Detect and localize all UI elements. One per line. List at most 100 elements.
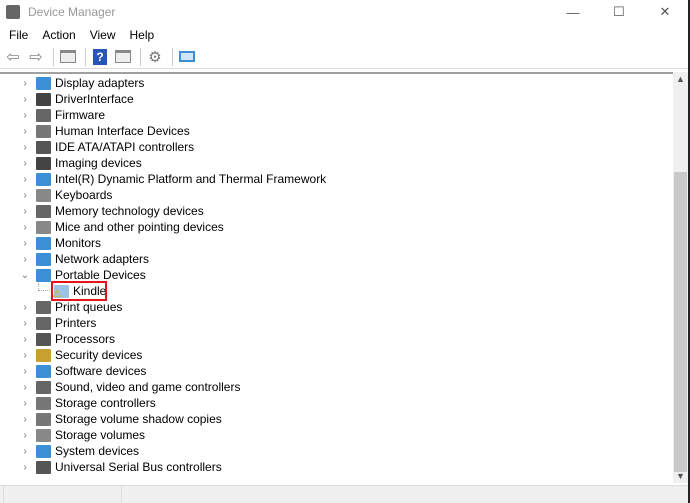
properties-icon[interactable] (58, 48, 78, 66)
device-category-icon (36, 236, 51, 250)
help-icon[interactable]: ? (90, 48, 110, 66)
expand-chevron-icon[interactable]: › (20, 110, 30, 121)
tree-item-label: Software devices (55, 364, 147, 378)
expand-chevron-icon[interactable]: › (20, 222, 30, 233)
device-category-icon (36, 348, 51, 362)
tree-item-label: Display adapters (55, 76, 145, 90)
close-button[interactable]: ✕ (642, 0, 688, 24)
device-category-icon (36, 460, 51, 474)
tree-item[interactable]: › Security devices (0, 347, 142, 363)
expand-chevron-icon[interactable]: › (20, 142, 30, 153)
tree-item[interactable]: › Storage volumes (0, 427, 145, 443)
tree-item-label: Storage controllers (55, 396, 156, 410)
tree-item-label: Keyboards (55, 188, 113, 202)
tree-item[interactable]: › Universal Serial Bus controllers (0, 459, 222, 475)
tree-item[interactable]: › Human Interface Devices (0, 123, 190, 139)
tree-item-label: Print queues (55, 300, 123, 314)
expand-chevron-icon[interactable]: › (20, 94, 30, 105)
tree-item[interactable]: › Memory technology devices (0, 203, 203, 219)
tree-item[interactable]: › Printers (0, 315, 96, 331)
device-tree: › Display adapters › DriverInterface › Firmwa… (0, 72, 673, 483)
device-category-icon (36, 444, 51, 458)
expand-chevron-icon[interactable]: › (20, 78, 30, 89)
expand-chevron-icon[interactable]: › (20, 462, 30, 473)
expand-chevron-icon[interactable]: › (20, 366, 30, 377)
expand-chevron-icon[interactable]: › (20, 446, 30, 457)
kindle-highlight-box (51, 281, 107, 301)
tree-item-label: Processors (55, 332, 116, 346)
expand-chevron-icon[interactable]: › (20, 382, 30, 393)
tree-item[interactable]: › Intel(R) Dynamic Platform and Thermal F… (0, 171, 326, 187)
device-category-icon (36, 140, 51, 154)
device-category-icon (36, 76, 51, 90)
tree-item[interactable]: › Storage volume shadow copies (0, 411, 222, 427)
maximize-button[interactable]: ☐ (596, 0, 642, 24)
tree-item-label: Sound, video and game controllers (55, 380, 241, 394)
expand-chevron-icon[interactable]: › (20, 350, 30, 361)
device-category-icon (36, 364, 51, 378)
menu-view[interactable]: View (83, 28, 123, 42)
menu-bar: File Action View Help (0, 24, 161, 45)
tree-item-label: Security devices (55, 348, 143, 362)
menu-action[interactable]: Action (35, 28, 82, 42)
minimize-button[interactable]: — (550, 0, 596, 24)
back-icon[interactable]: ⇦ (3, 48, 23, 66)
expand-chevron-icon[interactable]: › (20, 126, 30, 137)
tree-item[interactable]: › Imaging devices (0, 155, 141, 171)
tree-item-label: Universal Serial Bus controllers (55, 460, 222, 474)
device-category-icon (36, 252, 51, 266)
tree-item[interactable]: › Mice and other pointing devices (0, 219, 223, 235)
expand-chevron-icon[interactable]: › (20, 302, 30, 313)
expand-chevron-icon[interactable]: › (20, 190, 30, 201)
window-title: Device Manager (28, 5, 116, 19)
vertical-scrollbar[interactable]: ▲ ▼ (673, 72, 688, 483)
tree-item[interactable]: › Processors (0, 331, 115, 347)
computer-icon[interactable] (177, 48, 197, 66)
tree-item[interactable]: › Keyboards (0, 187, 112, 203)
scan-hardware-icon[interactable]: ⚙ (145, 48, 165, 66)
tree-item[interactable]: › Network adapters (0, 251, 149, 267)
tree-item-label: Firmware (55, 108, 105, 122)
expand-chevron-icon[interactable]: › (20, 174, 30, 185)
tree-item-label: Network adapters (55, 252, 150, 266)
expand-chevron-icon[interactable]: › (20, 398, 30, 409)
expand-chevron-icon[interactable]: › (20, 158, 30, 169)
tree-item[interactable]: › Software devices (0, 363, 146, 379)
expand-chevron-icon[interactable]: › (20, 254, 30, 265)
device-category-icon (36, 108, 51, 122)
tree-item-label: DriverInterface (55, 92, 134, 106)
expand-chevron-icon[interactable]: › (20, 206, 30, 217)
collapse-chevron-icon[interactable]: ⌄ (20, 270, 30, 281)
tree-item-label: Portable Devices (55, 268, 146, 282)
expand-chevron-icon[interactable]: › (20, 430, 30, 441)
update-driver-icon[interactable] (113, 48, 133, 66)
tree-item[interactable]: › Display adapters (0, 75, 144, 91)
menu-help[interactable]: Help (123, 28, 162, 42)
tree-item[interactable]: › Firmware (0, 107, 105, 123)
expand-chevron-icon[interactable]: › (20, 414, 30, 425)
tree-item-label: Human Interface Devices (55, 124, 190, 138)
tree-item[interactable]: › IDE ATA/ATAPI controllers (0, 139, 194, 155)
tree-item-label: IDE ATA/ATAPI controllers (55, 140, 195, 154)
scroll-down-icon[interactable]: ▼ (673, 471, 688, 481)
forward-icon[interactable]: ⇨ (26, 48, 46, 66)
tree-item[interactable]: › System devices (0, 443, 139, 459)
tree-item[interactable]: › Sound, video and game controllers (0, 379, 240, 395)
tree-item[interactable]: › Monitors (0, 235, 101, 251)
scrollbar-thumb[interactable] (674, 172, 687, 472)
tree-item[interactable]: › DriverInterface (0, 91, 134, 107)
device-category-icon (36, 316, 51, 330)
expand-chevron-icon[interactable]: › (20, 334, 30, 345)
tree-item[interactable]: › Storage controllers (0, 395, 156, 411)
tree-item[interactable]: › Print queues (0, 299, 122, 315)
menu-file[interactable]: File (2, 28, 35, 42)
scroll-up-icon[interactable]: ▲ (673, 74, 688, 84)
status-bar (0, 485, 688, 503)
tree-item-label: Storage volumes (55, 428, 146, 442)
tree-item-label: Printers (55, 316, 97, 330)
device-category-icon (36, 92, 51, 106)
expand-chevron-icon[interactable]: › (20, 238, 30, 249)
device-category-icon (36, 332, 51, 346)
expand-chevron-icon[interactable]: › (20, 318, 30, 329)
tree-item-label: Storage volume shadow copies (55, 412, 222, 426)
